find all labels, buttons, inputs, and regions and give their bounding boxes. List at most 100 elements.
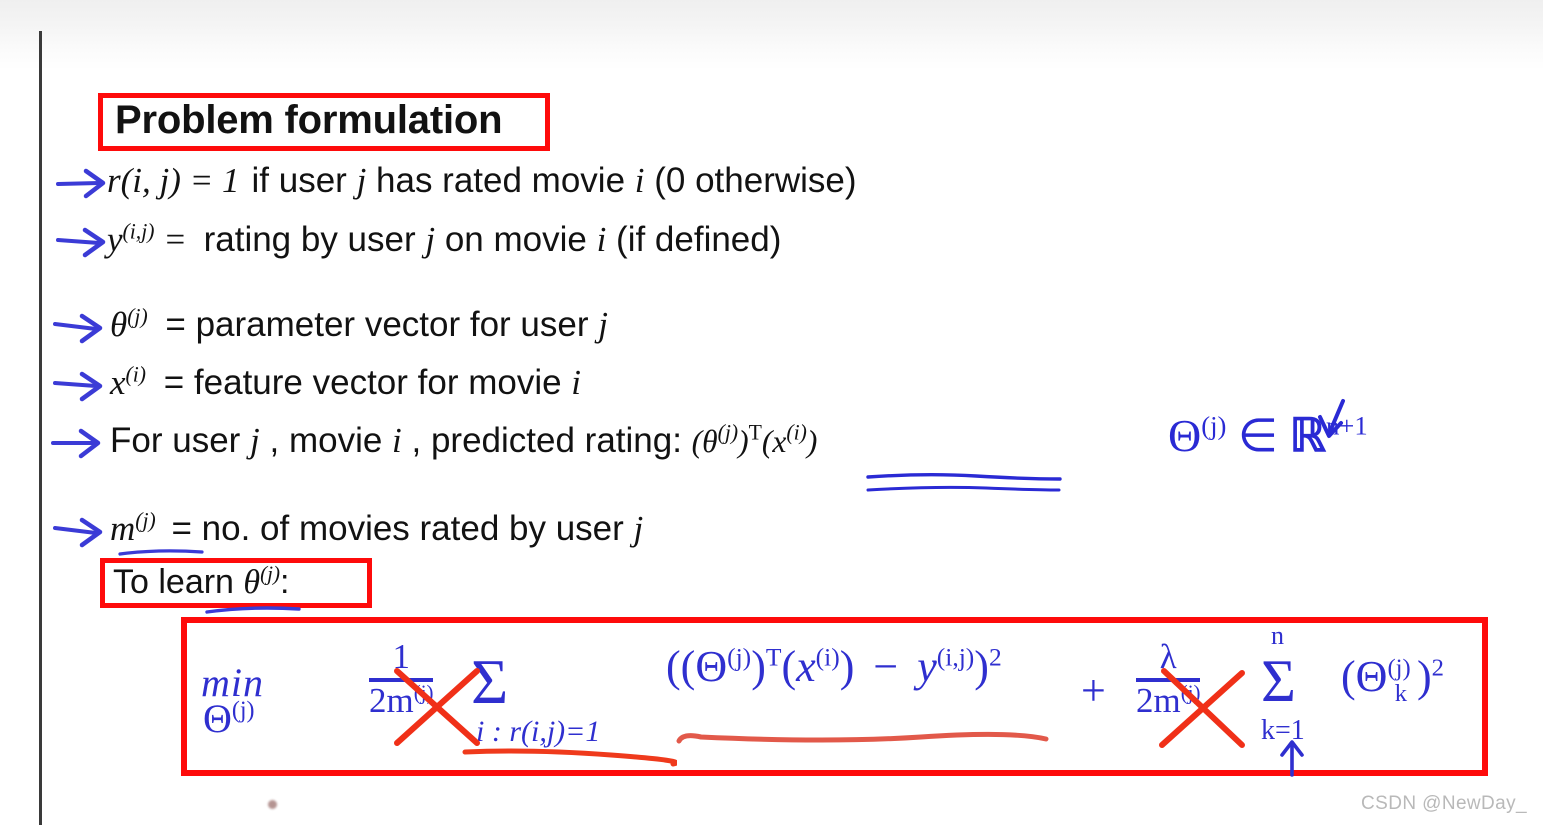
m-text: = no. of movies rated by user (161, 509, 634, 548)
pred-theta: θ (702, 424, 718, 459)
theta-definition-line: θ(j) = parameter vector for user j (110, 304, 608, 344)
m-superscript: (j) (135, 508, 156, 533)
min-theta-symbol: Θ (203, 696, 232, 741)
sq-theta-sup: (j) (727, 642, 752, 672)
r-symbol: r (107, 161, 121, 200)
theta-text: = parameter vector for user (155, 305, 599, 344)
m-definition-line: m(j) = no. of movies rated by user j (110, 508, 644, 548)
y-equals: = (154, 220, 196, 259)
x-symbol: x (110, 363, 126, 402)
x-definition-line: x(i) = feature vector for movie i (110, 362, 582, 402)
to-learn-theta-sup: (j) (260, 561, 281, 586)
r-user-j: j (356, 161, 367, 200)
r-value: 1 (222, 161, 240, 200)
pred-x: x (772, 424, 787, 459)
regularization-term: (Θ(j)k)2 (1341, 651, 1444, 706)
sq-x: x (796, 642, 816, 691)
y-definition-line: y(i,j) = rating by user j on movie i (if… (107, 219, 782, 259)
page-title: Problem formulation (115, 98, 503, 142)
pred-transpose: T (748, 420, 762, 445)
to-learn-theta: θ (243, 564, 261, 601)
top-gradient-strip (0, 0, 1543, 70)
min-theta-sup: (j) (231, 697, 255, 724)
stray-ink-mark (268, 800, 277, 809)
to-learn-text: To learn (113, 563, 244, 601)
r-args: (i, j) (120, 161, 181, 200)
fraction2-den-two: 2 (1136, 680, 1154, 720)
y-symbol: y (107, 220, 123, 259)
y-movie-i: i (596, 220, 607, 259)
to-learn-blue-underline (205, 606, 301, 614)
cost-function-annotation: min Θ(j) 1 2m(j) Σ i : r(i,j)=1 ((Θ(j))T… (181, 617, 1488, 777)
sq-y: y (917, 642, 937, 691)
arrow-right-icon (56, 168, 106, 199)
pred-user-j: j (250, 421, 260, 460)
strikethrough-cross-icon (394, 668, 480, 746)
reg-open-paren: ( (1341, 652, 1356, 701)
pred-mid: , movie (259, 421, 393, 460)
r-movie-i: i (634, 161, 645, 200)
sq-x-sup: (i) (815, 642, 840, 672)
theta-superscript: (j) (127, 304, 148, 329)
squared-error-term: ((Θ(j))T(x(i)) − y(i,j))2 (666, 641, 1002, 692)
arrow-up-icon (1280, 740, 1304, 777)
x-text: = feature vector for movie (154, 363, 572, 402)
sq-transpose: T (765, 642, 782, 672)
prediction-double-underline (866, 473, 1062, 492)
sq-close-inner: ) (751, 642, 766, 691)
fraction1-den-two: 2 (369, 680, 387, 720)
prediction-definition-line: For user j , movie i , predicted rating:… (110, 420, 817, 460)
summation-index-red-underline (462, 748, 677, 767)
x-movie-i: i (571, 363, 582, 402)
y-text-c: (if defined) (606, 220, 782, 259)
sq-open-parens: (( (666, 642, 696, 691)
y-superscript: (i,j) (122, 219, 155, 244)
annotation-theta-sup: (j) (1201, 410, 1227, 441)
annotation-theta: Θ (1168, 410, 1202, 461)
strikethrough-cross-icon (1159, 668, 1245, 748)
y-text-b: on movie (435, 220, 597, 259)
x-superscript: (i) (125, 362, 147, 387)
squared-error-red-underline (676, 731, 1049, 744)
y-user-j: j (425, 220, 436, 259)
arrow-right-icon (53, 371, 103, 402)
pred-lead: For user (110, 421, 251, 460)
r-text-a: if user (251, 161, 357, 200)
sq-y-sup: (i,j) (936, 642, 975, 672)
left-margin-rule (39, 31, 42, 825)
sq-minus: − (862, 642, 910, 691)
to-learn-colon: : (280, 563, 290, 601)
r-definition-line: r(i, j) = 1 if user j has rated movie i (… (107, 163, 857, 198)
r-equals: = (180, 161, 223, 200)
plus-operator: + (1081, 666, 1106, 715)
sq-x-open: ( (781, 642, 797, 691)
slide-canvas: Problem formulation r(i, j) = 1 if user j… (0, 0, 1543, 825)
theta-user-j: j (598, 305, 608, 344)
m-symbol: m (110, 509, 136, 548)
arrow-down-icon (1318, 399, 1345, 438)
pred-x-sup: (i) (786, 420, 807, 445)
sq-theta: Θ (695, 642, 728, 691)
sq-x-close: ) (839, 642, 855, 691)
pred-x-open: ( (761, 424, 773, 459)
pred-close-paren: ) (738, 424, 749, 459)
annotation-element-of: ∈ (1226, 410, 1290, 461)
arrow-right-icon (53, 517, 103, 548)
watermark-text: CSDN @NewDay_ (1361, 793, 1527, 814)
theta-symbol: θ (110, 305, 128, 344)
pred-movie-i: i (392, 421, 402, 460)
min-subscript-theta: Θ(j) (203, 695, 255, 742)
reg-theta: Θ (1355, 652, 1388, 701)
m-user-j: j (633, 509, 644, 548)
arrow-right-icon (56, 227, 106, 258)
arrow-right-icon (53, 313, 103, 344)
pred-open-paren: ( (691, 424, 703, 459)
y-text-a: rating by user (203, 220, 426, 259)
r-text-c: (0 otherwise) (644, 161, 857, 200)
reg-theta-sub: k (1394, 679, 1407, 707)
sq-close-outer: ) (974, 642, 989, 691)
m-blue-underline (118, 549, 204, 556)
summation-index: i : r(i,j)=1 (476, 715, 601, 748)
pred-theta-sup: (j) (717, 420, 739, 445)
reg-theta-sup: (j) (1387, 654, 1411, 682)
